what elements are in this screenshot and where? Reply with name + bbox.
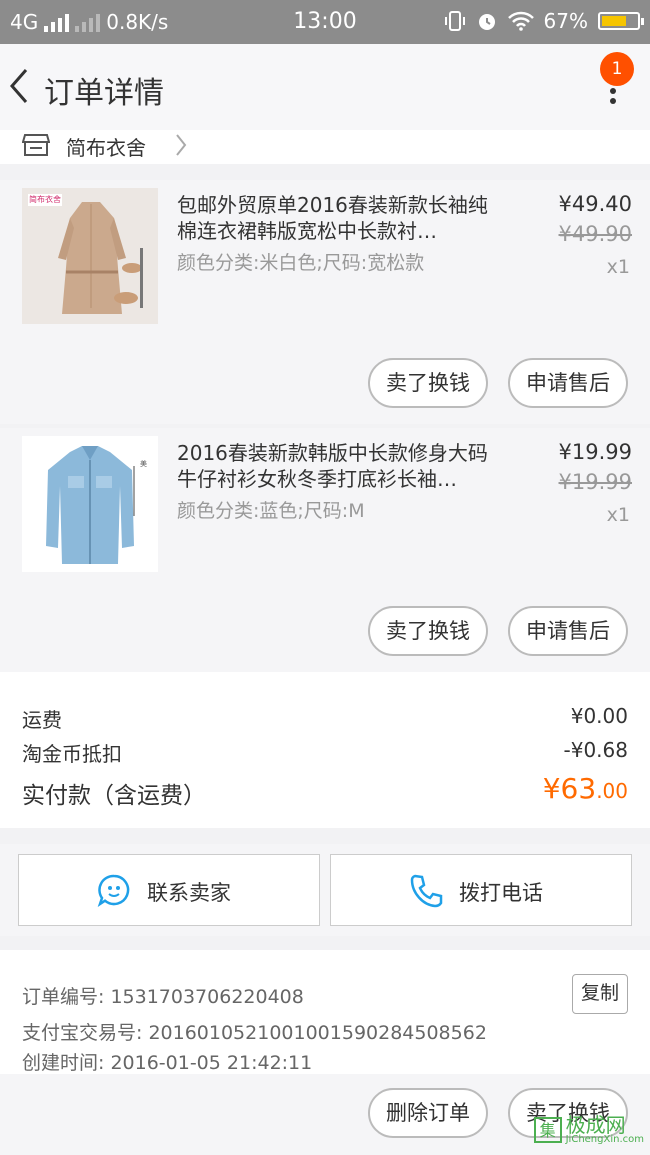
call-button[interactable]: 拨打电话 [330, 854, 632, 926]
contact-seller-button[interactable]: 联系卖家 [18, 854, 320, 926]
product-quantity: x1 [606, 504, 630, 526]
coin-discount-row: 淘金币抵扣 -¥0.68 [22, 738, 628, 767]
alipay-trade-number: 支付宝交易号: 2016010521001001590284508562 [22, 1022, 487, 1044]
call-label: 拨打电话 [459, 881, 543, 905]
product-price: ¥19.99 [558, 440, 632, 464]
order-item[interactable]: 美 2016春装新款韩版中长款修身大码牛仔衬衫女秋冬季打底衫长袖… 颜色分类:蓝… [0, 428, 650, 672]
product-sku: 颜色分类:蓝色;尺码:M [177, 500, 365, 522]
denim-shirt-image: 美 [22, 436, 158, 572]
status-right: 67% [444, 9, 644, 33]
created-time: 创建时间: 2016-01-05 21:42:11 [22, 1052, 313, 1074]
watermark-url: JiChengXin.com [565, 1134, 644, 1145]
watermark-text: 极成网 JiChengXin.com [566, 1115, 644, 1145]
shop-header[interactable]: 简布衣舍 [0, 130, 650, 164]
page-title: 订单详情 [44, 76, 164, 111]
order-info: 订单编号: 1531703706220408 复制 支付宝交易号: 201601… [0, 950, 650, 1074]
contact-bar: 联系卖家 拨打电话 [0, 844, 650, 936]
order-number: 订单编号: 1531703706220408 [22, 986, 304, 1008]
thumbnail-brand-tag: 简布衣舍 [29, 195, 61, 204]
product-thumbnail[interactable]: 简布衣舍 [22, 188, 158, 324]
nav-bar: 订单详情 1 [0, 44, 650, 130]
bottom-action-bar: 删除订单 卖了换钱 集 极成网 JiChengXin.com [0, 1074, 650, 1155]
order-item[interactable]: 简布衣舍 包邮外贸原单2016春装新款长袖纯棉连衣裙韩版宽松中长款衬… 颜色分类… [0, 180, 650, 424]
contact-seller-label: 联系卖家 [147, 881, 231, 905]
phone-icon [410, 874, 443, 908]
shipping-label: 运费 [22, 708, 62, 732]
watermark-name: 极成网 [565, 1113, 626, 1137]
shop-name: 简布衣舍 [66, 136, 146, 160]
dress-image [22, 188, 158, 324]
notification-badge: 1 [600, 52, 634, 86]
alarm-icon [478, 14, 495, 30]
shipping-value: ¥0.00 [570, 704, 628, 728]
vibrate-icon [444, 11, 465, 31]
store-icon [22, 134, 50, 156]
after-sales-button[interactable]: 申请售后 [508, 358, 628, 408]
product-thumbnail[interactable]: 美 [22, 436, 158, 572]
paid-total-integer: ¥63 [542, 772, 597, 805]
product-original-price: ¥19.99 [558, 470, 632, 494]
product-title[interactable]: 包邮外贸原单2016春装新款长袖纯棉连衣裙韩版宽松中长款衬… [177, 192, 507, 244]
coin-discount-label: 淘金币抵扣 [22, 742, 122, 766]
product-sku: 颜色分类:米白色;尺码:宽松款 [177, 252, 425, 274]
product-original-price: ¥49.90 [558, 222, 632, 246]
shipping-row: 运费 ¥0.00 [22, 704, 628, 733]
copy-button[interactable]: 复制 [572, 974, 628, 1014]
product-title[interactable]: 2016春装新款韩版中长款修身大码牛仔衬衫女秋冬季打底衫长袖… [177, 440, 507, 492]
product-price: ¥49.40 [558, 192, 632, 216]
paid-total-row: 实付款（含运费） ¥63.00 [22, 772, 628, 810]
battery-icon [598, 12, 644, 30]
chat-bubble-icon [97, 874, 130, 907]
paid-total-label: 实付款（含运费） [22, 783, 206, 809]
product-quantity: x1 [606, 256, 630, 278]
wifi-icon [507, 11, 534, 31]
watermark: 集 极成网 JiChengXin.com [533, 1115, 644, 1145]
after-sales-button[interactable]: 申请售后 [508, 606, 628, 656]
delete-order-button[interactable]: 删除订单 [368, 1088, 488, 1138]
status-bar: 4G 0.8K/s 13:00 67% [0, 0, 650, 44]
chevron-right-icon [176, 134, 187, 156]
svg-text:美: 美 [140, 459, 147, 468]
battery-percent: 67% [543, 9, 588, 33]
watermark-logo: 集 [533, 1117, 562, 1143]
sell-button[interactable]: 卖了换钱 [368, 606, 488, 656]
paid-total-value: ¥63.00 [543, 772, 628, 805]
payment-summary: 运费 ¥0.00 淘金币抵扣 -¥0.68 实付款（含运费） ¥63.00 [0, 672, 650, 828]
sell-button[interactable]: 卖了换钱 [368, 358, 488, 408]
back-arrow-icon[interactable] [6, 66, 34, 106]
paid-total-decimal: .00 [596, 779, 628, 803]
coin-discount-value: -¥0.68 [563, 738, 628, 762]
